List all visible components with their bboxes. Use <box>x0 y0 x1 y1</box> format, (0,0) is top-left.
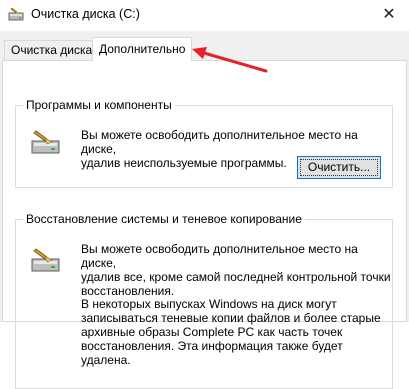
close-button[interactable]: ✕ <box>369 0 409 31</box>
text-line: В некоторых выпусках Windows на диск мог… <box>81 297 337 311</box>
text-line: Вы можете освободить дополнительное мест… <box>81 242 358 270</box>
restore-note: В некоторых выпусках Windows на диск мог… <box>81 297 392 367</box>
text-line: архивные образы Complete PC как часть то… <box>81 325 343 339</box>
dialog-client: Очистка диска Дополнительно Программы и … <box>0 31 409 389</box>
window-title: Очистка диска (C:) <box>31 7 140 21</box>
tab-disk-cleanup[interactable]: Очистка диска <box>4 40 100 60</box>
cleanup-programs-button[interactable]: Очистить... <box>297 156 381 179</box>
text-line: восстановления. <box>81 284 175 298</box>
title-bar: Очистка диска (C:) ✕ <box>0 0 409 31</box>
disk-cleanup-icon <box>8 7 24 26</box>
text-line: записываться теневые копии файлов и боле… <box>81 311 381 325</box>
text-line: восстановления. Эта информация также буд… <box>81 339 343 367</box>
text-line: удалив все, кроме самой последней контро… <box>81 270 391 284</box>
restore-group-title: Восстановление системы и теневое копиров… <box>23 212 305 226</box>
programs-group: Программы и компоненты Вы можете освобод… <box>15 98 393 188</box>
text-line: Вы можете освободить дополнительное мест… <box>81 128 358 156</box>
tab-panel: Программы и компоненты Вы можете освобод… <box>2 60 407 389</box>
programs-group-title: Программы и компоненты <box>23 98 175 112</box>
restore-group: Восстановление системы и теневое копиров… <box>15 212 393 389</box>
restore-description: Вы можете освободить дополнительное мест… <box>81 242 392 298</box>
tab-more-options[interactable]: Дополнительно <box>92 37 193 61</box>
hard-drive-cleanup-icon <box>30 130 62 156</box>
focus-rectangle <box>300 159 378 176</box>
hard-drive-cleanup-icon <box>30 248 62 274</box>
